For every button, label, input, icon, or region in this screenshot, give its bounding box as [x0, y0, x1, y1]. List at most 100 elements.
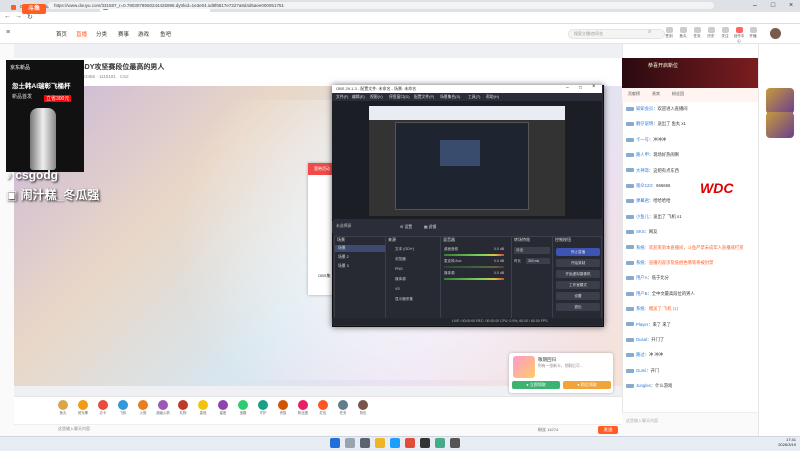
- stop-streaming-button[interactable]: 停止直播: [556, 248, 600, 256]
- obs-menu-scene-collection[interactable]: 场景集合(S): [440, 95, 460, 100]
- source-item[interactable]: 显示器采集: [386, 295, 445, 303]
- chat-banner[interactable]: [622, 58, 758, 88]
- obs-menu-file[interactable]: 文件(F): [336, 95, 348, 100]
- chat-username[interactable]: 系统: [636, 245, 645, 250]
- later-button[interactable]: ● 稍后领取: [563, 381, 611, 389]
- transition-select[interactable]: 淡出: [514, 247, 550, 254]
- app-icon[interactable]: [405, 438, 415, 448]
- nav-events[interactable]: 赛事: [118, 30, 129, 38]
- chat-username[interactable]: Gumi: [636, 368, 646, 373]
- start-recording-button[interactable]: 开始录制: [556, 259, 600, 267]
- nav-games[interactable]: 游戏: [138, 30, 149, 38]
- nav-fishbar[interactable]: 鱼吧: [160, 30, 171, 38]
- header-fishball[interactable]: 鱼丸: [676, 27, 690, 39]
- obs-menu-tools[interactable]: 工具(T): [468, 95, 480, 100]
- settings-button[interactable]: 设置: [556, 292, 600, 300]
- chat-username[interactable]: 观众123: [636, 183, 652, 188]
- header-creator[interactable]: 创作中心: [732, 27, 746, 44]
- obs-menu-help[interactable]: 帮助(H): [486, 95, 499, 100]
- chat-username[interactable]: Player: [636, 322, 648, 327]
- rail-promo-image[interactable]: [766, 112, 794, 138]
- gift-item[interactable]: 贵族: [276, 400, 290, 415]
- send-button[interactable]: 发送: [598, 426, 618, 434]
- tab-vip[interactable]: 贵宾: [652, 91, 660, 97]
- header-history[interactable]: 历史: [704, 27, 718, 39]
- header-checkin[interactable]: 签到: [662, 27, 676, 39]
- gift-item[interactable]: 皇冠: [196, 400, 210, 415]
- chat-username[interactable]: 卡一号: [636, 137, 649, 142]
- claim-button[interactable]: ● 立即领取: [512, 381, 560, 389]
- site-logo[interactable]: 斗鱼: [22, 4, 46, 14]
- obs-maximize-icon[interactable]: □: [579, 85, 582, 91]
- app-icon[interactable]: [450, 438, 460, 448]
- menu-icon[interactable]: ≡: [6, 29, 10, 36]
- gift-item[interactable]: 超级火箭: [156, 400, 170, 415]
- maximize-icon[interactable]: □: [764, 0, 782, 12]
- forward-icon[interactable]: →: [15, 13, 22, 20]
- reload-icon[interactable]: ↻: [27, 13, 33, 21]
- chat-username[interactable]: Dusal: [636, 337, 647, 342]
- search-icon[interactable]: [345, 438, 355, 448]
- chat-username[interactable]: 路人甲: [636, 152, 649, 157]
- gift-item[interactable]: 任务: [336, 400, 350, 415]
- gift-item[interactable]: 鱼丸: [56, 400, 70, 415]
- chat-username[interactable]: Jungles: [636, 383, 651, 388]
- chat-username[interactable]: 系统: [636, 306, 645, 311]
- source-item[interactable]: 浏览器: [386, 255, 445, 263]
- minimize-icon[interactable]: –: [746, 0, 764, 12]
- obs-minimize-icon[interactable]: –: [566, 85, 569, 91]
- obs-menu-edit[interactable]: 编辑(E): [352, 95, 365, 100]
- gift-item[interactable]: 宝箱: [236, 400, 250, 415]
- user-avatar[interactable]: [770, 28, 781, 39]
- gift-item[interactable]: 飞机: [116, 400, 130, 415]
- obs-menu-profile[interactable]: 配置文件(P): [414, 95, 434, 100]
- chat-username[interactable]: 靓仔说明: [636, 121, 653, 126]
- rail-promo-image[interactable]: [766, 88, 794, 114]
- steam-icon[interactable]: [390, 438, 400, 448]
- chat-username[interactable]: SKS: [636, 229, 645, 234]
- gift-item[interactable]: 守护: [256, 400, 270, 415]
- chat-username[interactable]: 路过: [636, 352, 645, 357]
- nav-category[interactable]: 分类: [96, 30, 107, 38]
- chat-username[interactable]: 系统: [636, 260, 645, 265]
- gift-item[interactable]: 星座: [216, 400, 230, 415]
- tab-contribution[interactable]: 贡献榜: [628, 91, 640, 97]
- scene-item[interactable]: 场景 3: [335, 263, 386, 270]
- gift-item[interactable]: 办卡: [96, 400, 110, 415]
- virtual-camera-button[interactable]: 开始虚拟摄像机: [556, 270, 600, 278]
- gift-item[interactable]: 火箭: [136, 400, 150, 415]
- gift-item[interactable]: 粉丝团: [296, 400, 310, 415]
- source-item[interactable]: PNG: [386, 265, 445, 273]
- header-tasks[interactable]: 任务: [690, 27, 704, 39]
- url-input[interactable]: https://www.douyu.com/331587_r=0.7803078…: [48, 2, 714, 9]
- header-golive[interactable]: 开播: [746, 27, 760, 39]
- chat-username[interactable]: 小鱼儿: [636, 214, 649, 219]
- obs-icon[interactable]: [420, 438, 430, 448]
- source-item[interactable]: 文本 (GDI+): [386, 245, 445, 253]
- search-icon[interactable]: ⌕: [648, 29, 651, 36]
- start-icon[interactable]: [330, 438, 340, 448]
- chat-username[interactable]: 大神哥: [636, 168, 649, 173]
- gift-item[interactable]: 红包: [316, 400, 330, 415]
- chrome-icon[interactable]: [435, 438, 445, 448]
- gift-item[interactable]: 背包: [356, 400, 370, 415]
- obs-close-icon[interactable]: ×: [592, 84, 596, 90]
- nav-home[interactable]: 首页: [56, 30, 67, 38]
- chat-username[interactable]: 用户A: [636, 275, 647, 280]
- obs-menu-docks[interactable]: 停靠窗口(D): [389, 95, 409, 100]
- exit-button[interactable]: 退出: [556, 303, 600, 311]
- source-item[interactable]: VS: [386, 285, 445, 293]
- scene-item[interactable]: 场景 2: [335, 254, 386, 261]
- scene-item[interactable]: 场景: [335, 245, 386, 252]
- header-follow[interactable]: 关注: [718, 27, 732, 39]
- obs-menu-view[interactable]: 视图(V): [370, 95, 383, 100]
- gift-item[interactable]: 荧光棒: [76, 400, 90, 415]
- obs-settings-button[interactable]: ⚙ 设置: [400, 224, 412, 230]
- explorer-icon[interactable]: [375, 438, 385, 448]
- obs-filters-button[interactable]: ▦ 滤镜: [424, 224, 436, 230]
- chat-username[interactable]: 弹幕君: [636, 198, 649, 203]
- back-icon[interactable]: ←: [4, 13, 11, 20]
- tab-fanclub[interactable]: 粉丝团: [672, 91, 684, 97]
- close-window-icon[interactable]: ×: [782, 0, 800, 12]
- studio-mode-button[interactable]: 工作室模式: [556, 281, 600, 289]
